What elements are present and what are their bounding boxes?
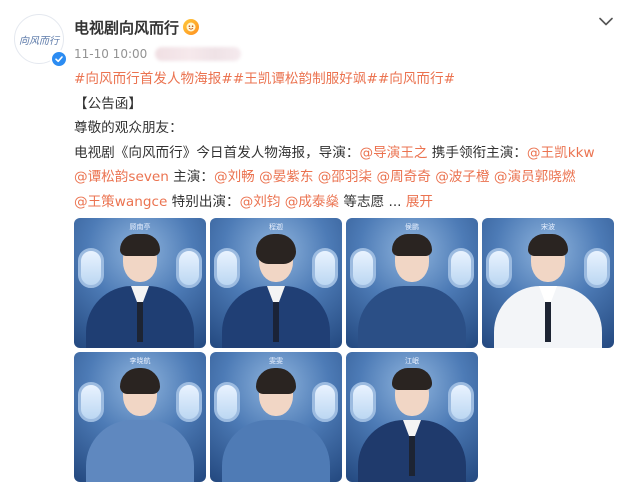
figure-hair: [120, 234, 160, 256]
post-timestamp[interactable]: 11-10 10:00: [74, 47, 147, 61]
figure-hair: [392, 234, 432, 256]
window-shape: [350, 382, 376, 422]
window-shape: [176, 248, 202, 288]
poster-label: 宋波: [541, 223, 555, 231]
figure-body: [86, 420, 194, 482]
window-shape: [312, 248, 338, 288]
poster-image[interactable]: 宋波: [482, 218, 614, 348]
verified-icon: [50, 50, 68, 68]
mention-link[interactable]: @邵羽柒: [318, 169, 372, 185]
fan-badge-icon[interactable]: [183, 19, 199, 35]
window-shape: [350, 248, 376, 288]
poster-label: 雯雯: [269, 357, 283, 365]
expand-link[interactable]: 展开: [406, 194, 433, 210]
mention-link[interactable]: @刘钧: [240, 194, 281, 210]
poster-label: 李晓航: [129, 357, 151, 365]
post-heading: 【公告函】: [74, 95, 142, 112]
post-line-3: 电视剧《向风而行》今日首发人物海报，导演：@导演王之 携手领衔主演：@王凯kkw: [74, 141, 619, 166]
figure-hair: [256, 234, 296, 264]
text-segment: 特别出演：: [167, 193, 240, 210]
poster-image[interactable]: 程迦: [210, 218, 342, 348]
window-shape: [448, 382, 474, 422]
mention-link[interactable]: @王凯kkw: [527, 145, 595, 161]
topic-tag[interactable]: #向风而行首发人物海报#: [74, 71, 233, 87]
figure-tie: [409, 436, 415, 476]
poster-image[interactable]: 侯鹏: [346, 218, 478, 348]
avatar-logo: 向风而行: [19, 35, 59, 47]
post-menu-button[interactable]: [595, 10, 617, 32]
figure-tie: [545, 302, 551, 342]
window-shape: [214, 248, 240, 288]
window-shape: [486, 248, 512, 288]
text-segment: 携手领衔主演：: [427, 144, 527, 161]
poster-image[interactable]: 江岷: [346, 352, 478, 482]
user-name[interactable]: 电视剧向风而行: [74, 17, 179, 38]
post-line-5: @王策wangce 特别出演：@刘钧 @成泰燊 等志愿 ... 展开: [74, 190, 619, 215]
poster-label: 江岷: [405, 357, 419, 365]
window-shape: [448, 248, 474, 288]
figure-hair: [392, 368, 432, 390]
mention-link[interactable]: @演员郭晓燃: [494, 169, 576, 185]
topic-tag[interactable]: #王凯谭松韵制服好飒#: [233, 71, 378, 87]
mention-link[interactable]: @晏紫东: [259, 169, 313, 185]
figure-hair: [256, 368, 296, 394]
poster-label: 侯鹏: [405, 223, 419, 231]
mention-link[interactable]: @成泰燊: [285, 194, 339, 210]
post-text: #向风而行首发人物海报##王凯谭松韵制服好飒##向风而行# 【公告函】 尊敬的观…: [74, 67, 619, 215]
topic-tag[interactable]: #向风而行#: [378, 71, 455, 87]
figure-tie: [137, 302, 143, 342]
mention-link[interactable]: @波子橙: [435, 169, 489, 185]
post-source-redacted: [155, 47, 242, 61]
mention-link[interactable]: @导演王之: [359, 145, 427, 161]
mention-link[interactable]: @谭松韵seven: [74, 169, 169, 185]
mention-link[interactable]: @周奇奇: [376, 169, 430, 185]
mention-link[interactable]: @刘畅: [214, 169, 255, 185]
poster-label: 程迦: [269, 223, 283, 231]
figure-body: [358, 286, 466, 348]
text-segment: 电视剧《向风而行》今日首发人物海报，导演：: [74, 144, 360, 161]
window-shape: [584, 248, 610, 288]
figure-hair: [528, 234, 568, 256]
window-shape: [312, 382, 338, 422]
window-shape: [78, 382, 104, 422]
post-meta: 11-10 10:00: [74, 47, 242, 61]
tags-line: #向风而行首发人物海报##王凯谭松韵制服好飒##向风而行#: [74, 67, 619, 92]
window-shape: [214, 382, 240, 422]
mention-link[interactable]: @王策wangce: [74, 194, 167, 210]
poster-image[interactable]: 顾南亭: [74, 218, 206, 348]
chevron-down-icon: [599, 17, 613, 25]
poster-label: 顾南亭: [129, 223, 151, 231]
window-shape: [176, 382, 202, 422]
figure-body: [222, 420, 330, 482]
post-line-4: @谭松韵seven 主演：@刘畅 @晏紫东 @邵羽柒 @周奇奇 @波子橙 @演员…: [74, 165, 619, 190]
poster-image[interactable]: 雯雯: [210, 352, 342, 482]
poster-image[interactable]: 李晓航: [74, 352, 206, 482]
text-segment: 主演：: [168, 169, 214, 186]
figure-tie: [273, 302, 279, 342]
post-greeting: 尊敬的观众朋友：: [74, 120, 183, 137]
figure-hair: [120, 368, 160, 394]
text-segment: 等志愿 ...: [339, 193, 402, 210]
window-shape: [78, 248, 104, 288]
